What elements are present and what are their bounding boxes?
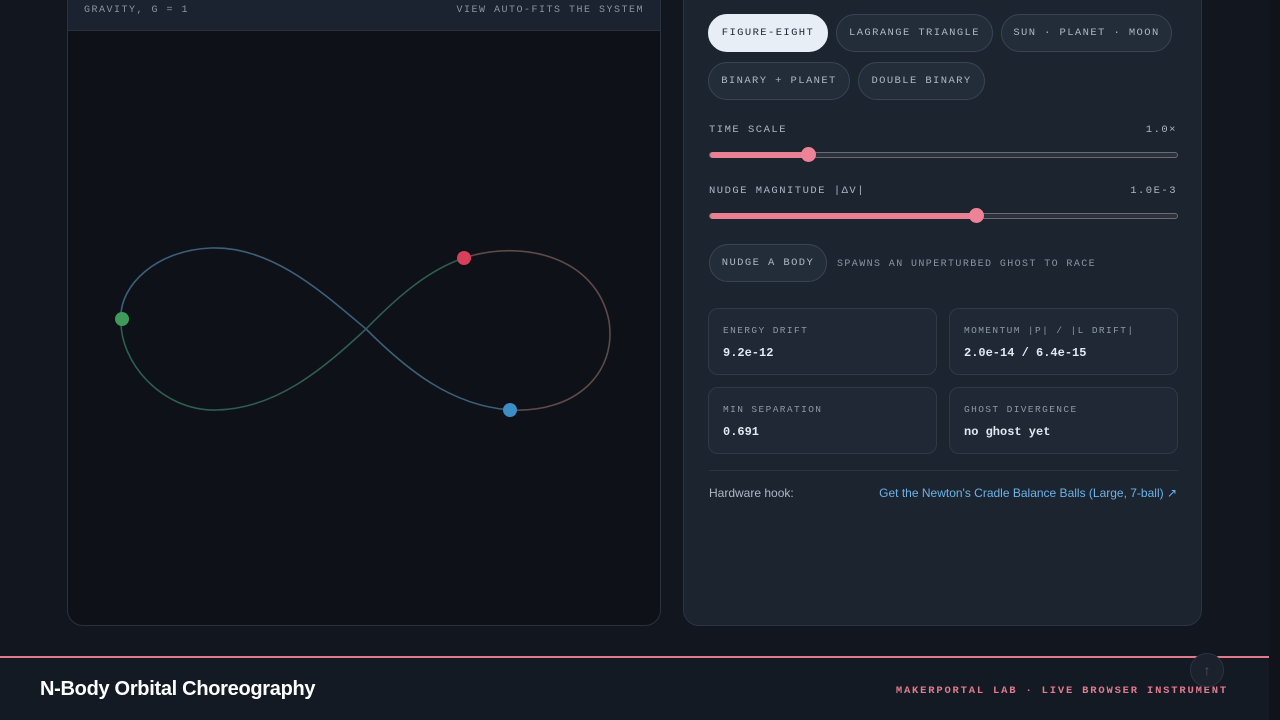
energy-drift-label: ENERGY DRIFT	[723, 325, 809, 336]
time-scale-value: 1.0×	[1145, 124, 1177, 136]
time-scale-thumb[interactable]	[801, 147, 817, 162]
orbit-trail-upper-left	[120, 247, 367, 330]
energy-drift-value: 9.2e-12	[723, 346, 774, 360]
orbit-trail-lower-left	[120, 318, 367, 411]
body-red[interactable]	[457, 251, 471, 265]
nudge-magnitude-label: NUDGE MAGNITUDE |ΔV|	[709, 185, 866, 197]
body-green[interactable]	[115, 312, 129, 326]
ghost-divergence-label: GHOST DIVERGENCE	[964, 404, 1078, 415]
nudge-magnitude-thumb[interactable]	[969, 208, 985, 223]
min-separation-label: MIN SEPARATION	[723, 404, 823, 415]
preset-figure-eight-button[interactable]: FIGURE-EIGHT	[708, 14, 828, 52]
energy-drift-card: ENERGY DRIFT 9.2e-12	[708, 308, 937, 375]
hardware-hook-link[interactable]: Get the Newton's Cradle Balance Balls (L…	[879, 486, 1177, 500]
momentum-card: MOMENTUM |P| / |L DRIFT| 2.0e-14 / 6.4e-…	[949, 308, 1178, 375]
orbit-trail-upper-right	[365, 257, 465, 330]
momentum-value: 2.0e-14 / 6.4e-15	[964, 346, 1087, 360]
orbit-canvas[interactable]	[68, 1, 661, 626]
nudge-note: SPAWNS AN UNPERTURBED GHOST TO RACE	[837, 259, 1097, 270]
app-title: N-Body Orbital Choreography	[40, 678, 316, 700]
time-scale-label: TIME SCALE	[709, 124, 788, 136]
orbit-trail-upper-right-arc	[463, 249, 611, 411]
time-scale-fill	[710, 152, 809, 158]
preset-lagrange-triangle-button[interactable]: LAGRANGE TRIANGLE	[836, 14, 993, 52]
divider	[709, 470, 1178, 471]
preset-binary-planet-button[interactable]: BINARY + PLANET	[708, 62, 850, 100]
body-blue[interactable]	[503, 403, 517, 417]
nudge-magnitude-slider[interactable]	[709, 208, 1178, 223]
footer-bar: N-Body Orbital Choreography MAKERPORTAL …	[0, 656, 1269, 720]
nudge-magnitude-fill	[710, 213, 977, 219]
simulation-panel: GRAVITY, G = 1 VIEW AUTO-FITS THE SYSTEM	[67, 0, 661, 626]
preset-double-binary-button[interactable]: DOUBLE BINARY	[858, 62, 985, 100]
min-separation-value: 0.691	[723, 425, 760, 439]
footer-credit: MAKERPORTAL LAB · LIVE BROWSER INSTRUMEN…	[895, 685, 1228, 697]
momentum-label: MOMENTUM |P| / |L DRIFT|	[964, 325, 1135, 336]
min-separation-card: MIN SEPARATION 0.691	[708, 387, 937, 454]
controls-panel: FIGURE-EIGHT LAGRANGE TRIANGLE SUN · PLA…	[683, 0, 1202, 626]
hardware-hook-label: Hardware hook:	[709, 486, 794, 500]
arrow-up-icon[interactable]: ↑	[1190, 653, 1224, 687]
nudge-body-button[interactable]: NUDGE A BODY	[709, 244, 827, 282]
preset-sun-planet-moon-button[interactable]: SUN · PLANET · MOON	[1001, 14, 1172, 52]
orbit-trail-lower-right	[365, 328, 512, 411]
page-scrollbar[interactable]	[1269, 0, 1280, 720]
ghost-divergence-card: GHOST DIVERGENCE no ghost yet	[949, 387, 1178, 454]
ghost-divergence-value: no ghost yet	[964, 425, 1051, 439]
nudge-magnitude-value: 1.0E-3	[1130, 185, 1177, 197]
time-scale-slider[interactable]	[709, 147, 1178, 162]
